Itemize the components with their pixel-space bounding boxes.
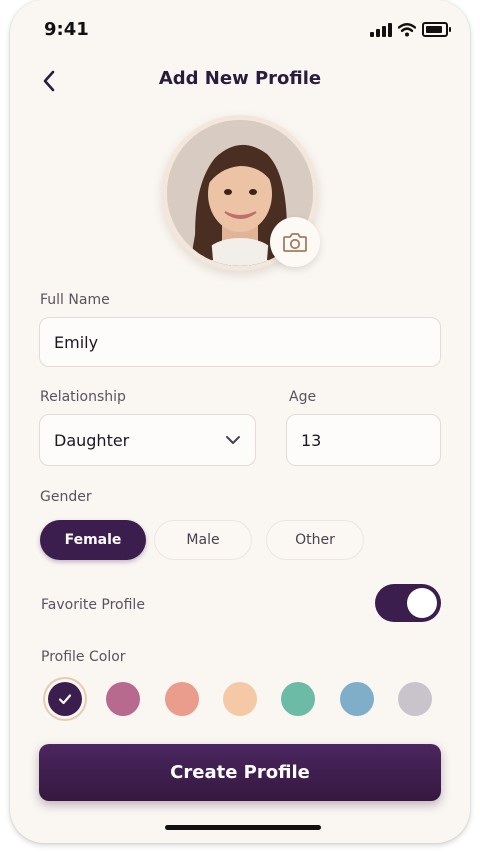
full-name-value: Emily — [54, 332, 99, 352]
check-icon — [58, 694, 72, 705]
signal-icon — [370, 22, 392, 37]
battery-icon — [422, 22, 451, 37]
favorite-profile-label: Favorite Profile — [41, 597, 145, 613]
wifi-icon — [398, 22, 416, 36]
toggle-knob — [407, 588, 437, 618]
color-swatch[interactable] — [222, 682, 257, 716]
full-name-label: Full Name — [40, 292, 110, 308]
camera-icon — [283, 233, 307, 252]
gender-option-label: Other — [295, 532, 335, 548]
color-swatch[interactable] — [48, 682, 82, 716]
page-title: Add New Profile — [158, 68, 322, 89]
age-label: Age — [289, 389, 317, 405]
profile-color-label: Profile Color — [41, 649, 126, 665]
home-indicator — [165, 825, 321, 830]
chevron-down-icon — [226, 436, 240, 444]
color-swatch[interactable] — [106, 682, 141, 716]
create-profile-button[interactable]: Create Profile — [39, 744, 441, 801]
color-swatch[interactable] — [397, 682, 432, 716]
phone-screen: 9:41 Add New Profile Full Name Emily Rel… — [10, 0, 470, 843]
status-time: 9:41 — [44, 19, 89, 40]
favorite-profile-toggle[interactable] — [375, 584, 441, 622]
age-value: 13 — [301, 430, 322, 450]
relationship-select[interactable]: Daughter — [39, 414, 256, 466]
color-swatch[interactable] — [281, 682, 316, 716]
relationship-value: Daughter — [54, 430, 130, 450]
nav-bar: Add New Profile — [10, 58, 470, 102]
status-icons — [370, 22, 451, 37]
gender-option-female[interactable]: Female — [40, 520, 146, 560]
create-profile-label: Create Profile — [170, 762, 310, 783]
change-photo-button[interactable] — [270, 217, 320, 267]
gender-option-label: Male — [186, 532, 220, 548]
status-bar: 9:41 — [10, 0, 470, 58]
gender-option-label: Female — [64, 532, 122, 548]
gender-option-other[interactable]: Other — [266, 520, 364, 560]
full-name-input[interactable]: Emily — [39, 317, 441, 367]
gender-label: Gender — [40, 489, 92, 505]
gender-option-male[interactable]: Male — [154, 520, 252, 560]
color-swatch[interactable] — [339, 682, 374, 716]
age-input[interactable]: 13 — [286, 414, 441, 466]
color-swatch[interactable] — [164, 682, 199, 716]
relationship-label: Relationship — [40, 389, 126, 405]
